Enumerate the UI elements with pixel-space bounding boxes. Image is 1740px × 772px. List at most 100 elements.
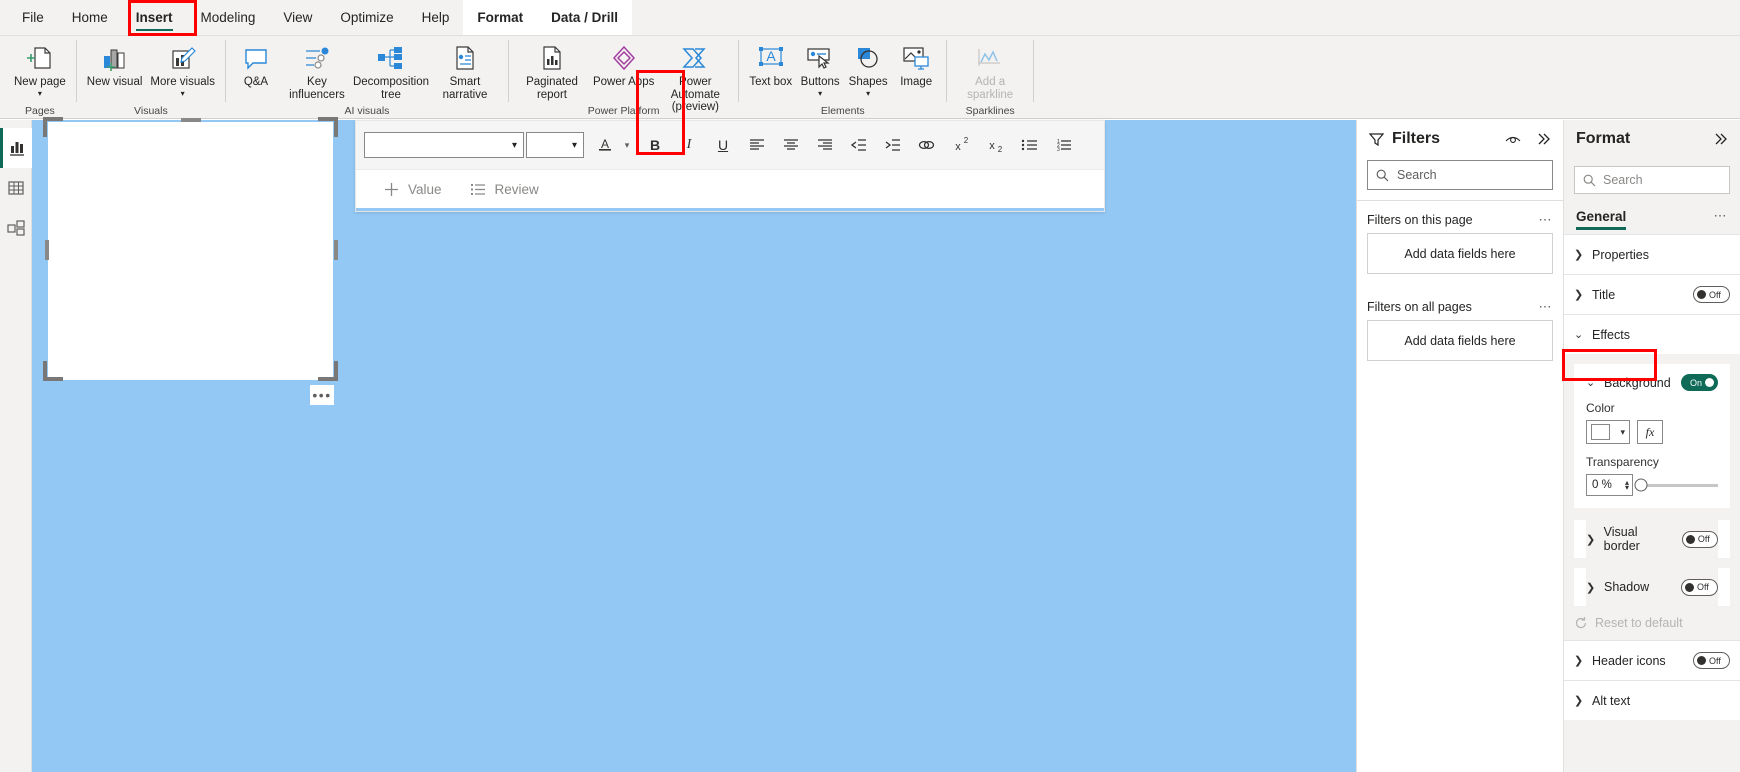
ribbon-tab-view[interactable]: View: [269, 0, 326, 35]
collapse-pane-icon[interactable]: [1537, 132, 1551, 146]
resize-handle-top-right[interactable]: [318, 117, 338, 137]
more-visuals-button[interactable]: More visuals ▾: [146, 39, 219, 98]
paginated-report-button[interactable]: Paginated report: [515, 39, 589, 101]
font-color-button[interactable]: A: [592, 132, 618, 158]
font-size-select[interactable]: ▾: [526, 132, 584, 158]
image-button[interactable]: Image: [892, 39, 940, 89]
plus-icon: [384, 182, 399, 197]
smart-narrative-button[interactable]: Smart narrative: [428, 39, 502, 101]
underline-button[interactable]: U: [710, 132, 736, 158]
data-view-button[interactable]: [0, 168, 32, 208]
background-color-fx-button[interactable]: fx: [1637, 420, 1663, 444]
text-box-visual[interactable]: [48, 122, 333, 380]
key-influencers-button[interactable]: Key influencers: [280, 39, 354, 101]
ribbon-tab-help[interactable]: Help: [408, 0, 464, 35]
bulleted-list-button[interactable]: [1016, 132, 1042, 158]
report-canvas[interactable]: •••: [32, 117, 1356, 772]
resize-handle-top-left[interactable]: [43, 117, 63, 137]
align-left-button[interactable]: [744, 132, 770, 158]
hide-filters-icon[interactable]: [1505, 133, 1521, 146]
section-header-icons[interactable]: ❯ Header icons Off: [1564, 640, 1740, 680]
background-color-label: Color: [1586, 401, 1615, 415]
ribbon-group-visuals: New visual More visuals ▾ Visuals: [77, 36, 225, 119]
svg-text:A: A: [601, 137, 609, 151]
shadow-toggle[interactable]: Off: [1681, 578, 1718, 596]
power-apps-button[interactable]: Power Apps: [589, 39, 658, 89]
review-field-button[interactable]: Review: [470, 182, 539, 197]
ribbon-tab-file[interactable]: File: [8, 0, 58, 35]
transparency-slider[interactable]: [1634, 478, 1718, 492]
new-visual-icon: [100, 42, 130, 74]
superscript-button[interactable]: x2: [948, 132, 974, 158]
slider-thumb[interactable]: [1634, 478, 1648, 492]
ribbon-tab-modeling[interactable]: Modeling: [187, 0, 270, 35]
stepper-arrows-icon[interactable]: ▴ ▾: [1625, 479, 1629, 492]
resize-handle-right[interactable]: [334, 240, 338, 260]
section-shadow[interactable]: ❯ Shadow Off: [1586, 568, 1718, 606]
filters-page-dropzone[interactable]: Add data fields here: [1367, 233, 1553, 274]
filters-all-pages-dropzone[interactable]: Add data fields here: [1367, 320, 1553, 361]
title-toggle[interactable]: Off: [1693, 286, 1730, 303]
visual-border-toggle[interactable]: Off: [1681, 530, 1719, 548]
numbered-list-button[interactable]: 123: [1050, 132, 1076, 158]
header-icons-toggle[interactable]: Off: [1693, 652, 1730, 669]
new-page-button[interactable]: New page ▾: [10, 39, 70, 98]
ribbon-tab-format[interactable]: Format: [463, 0, 538, 35]
resize-handle-left[interactable]: [45, 240, 49, 260]
chevron-down-icon[interactable]: ▾: [38, 89, 42, 98]
filters-search-input[interactable]: Search: [1367, 160, 1553, 190]
bold-button[interactable]: B: [642, 132, 668, 158]
section-alt-text[interactable]: ❯ Alt text: [1564, 680, 1740, 720]
increase-indent-button[interactable]: [880, 132, 906, 158]
shapes-button[interactable]: Shapes ▾: [844, 39, 892, 98]
tab-general[interactable]: General: [1576, 209, 1627, 230]
align-center-button[interactable]: [778, 132, 804, 158]
subscript-button[interactable]: x2: [982, 132, 1008, 158]
new-visual-button[interactable]: New visual: [83, 39, 147, 89]
background-color-picker[interactable]: ▾: [1586, 420, 1630, 444]
align-right-button[interactable]: [812, 132, 838, 158]
filters-page-menu-button[interactable]: ⋯: [1539, 213, 1554, 226]
text-box-button[interactable]: A Text box: [745, 39, 796, 89]
section-effects[interactable]: ⌄ Effects: [1564, 314, 1740, 354]
chevron-down-icon[interactable]: ▾: [181, 89, 185, 98]
italic-button[interactable]: I: [676, 132, 702, 158]
buttons-button[interactable]: Buttons ▾: [796, 39, 844, 98]
report-view-button[interactable]: [0, 128, 32, 168]
ribbon-tab-home[interactable]: Home: [58, 0, 122, 35]
transparency-stepper[interactable]: 0 % ▴ ▾: [1586, 474, 1633, 496]
decrease-indent-button[interactable]: [846, 132, 872, 158]
format-pane-menu-button[interactable]: ⋯: [1714, 209, 1729, 226]
format-search-wrapper: Search: [1564, 158, 1740, 204]
resize-handle-bottom-left[interactable]: [43, 361, 63, 381]
format-pane-header: Format: [1564, 120, 1740, 158]
resize-handle-top[interactable]: [181, 118, 201, 122]
insert-link-button[interactable]: [914, 132, 940, 158]
shapes-label: Shapes: [848, 76, 888, 88]
qa-button[interactable]: Q&A: [232, 39, 280, 89]
decomposition-tree-button[interactable]: Decomposition tree: [353, 39, 429, 101]
section-visual-border[interactable]: ❯ Visual border Off: [1586, 520, 1719, 558]
background-toggle[interactable]: On: [1681, 374, 1718, 391]
ribbon-tab-optimize[interactable]: Optimize: [326, 0, 407, 35]
filters-all-pages-menu-button[interactable]: ⋯: [1539, 300, 1554, 313]
ribbon-group-label-power-platform: Power Platform: [587, 105, 660, 117]
format-pane-title: Format: [1576, 130, 1631, 147]
chevron-down-icon[interactable]: ▾: [818, 89, 822, 98]
ribbon-tab-data-drill[interactable]: Data / Drill: [537, 0, 632, 35]
font-name-select[interactable]: ▾: [364, 132, 524, 158]
insert-value-field-button[interactable]: Value: [384, 182, 442, 197]
format-search-input[interactable]: Search: [1574, 166, 1730, 194]
ribbon-group-label-elements: Elements: [820, 105, 865, 117]
power-automate-button[interactable]: Power Automate (preview): [658, 39, 732, 114]
font-color-chevron-button[interactable]: ▾: [620, 132, 634, 158]
model-view-button[interactable]: [0, 208, 32, 248]
chevron-down-icon[interactable]: ▾: [866, 89, 870, 98]
visual-more-options-button[interactable]: •••: [310, 385, 334, 405]
collapse-pane-icon[interactable]: [1714, 132, 1728, 146]
ribbon-tab-insert[interactable]: Insert: [122, 0, 187, 35]
resize-handle-bottom-right[interactable]: [318, 361, 338, 381]
section-title[interactable]: ❯ Title Off: [1564, 274, 1740, 314]
svg-text:A: A: [766, 48, 776, 64]
section-properties[interactable]: ❯ Properties: [1564, 234, 1740, 274]
